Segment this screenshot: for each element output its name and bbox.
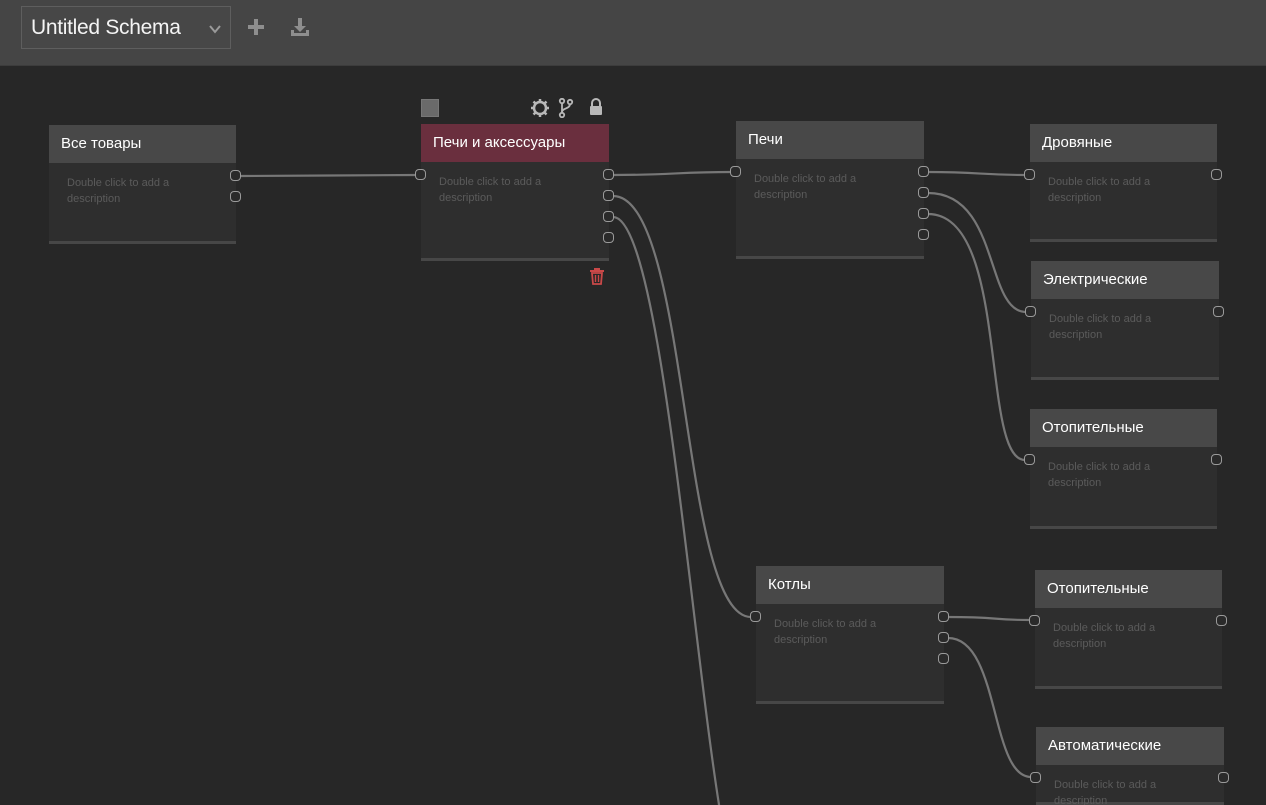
- output-port[interactable]: [918, 187, 929, 198]
- output-port[interactable]: [938, 653, 949, 664]
- link-n2-n3: [612, 170, 732, 177]
- plus-icon[interactable]: [244, 15, 268, 39]
- node-title[interactable]: Печи и аксессуары: [421, 124, 609, 162]
- link-n1-n2: [240, 173, 417, 178]
- schema-canvas[interactable]: Все товары Double click to add a descrip…: [0, 66, 1266, 805]
- node-title[interactable]: Электрические: [1031, 261, 1219, 299]
- node-avtomaticheskie[interactable]: Автоматические Double click to add a des…: [1030, 727, 1229, 805]
- branch-icon[interactable]: [558, 98, 574, 118]
- link-n2-offscreen: [612, 215, 721, 805]
- node-otopitelnye-kotly[interactable]: Отопительные Double click to add a descr…: [1029, 570, 1227, 689]
- output-port[interactable]: [918, 208, 929, 219]
- node-description[interactable]: Double click to add a description: [1053, 620, 1188, 652]
- node-description[interactable]: Double click to add a description: [1048, 174, 1183, 206]
- node-description[interactable]: Double click to add a description: [67, 175, 202, 207]
- output-port[interactable]: [1218, 772, 1229, 783]
- link-n3-n6: [927, 212, 1026, 462]
- input-port[interactable]: [415, 169, 426, 180]
- node-title[interactable]: Все товары: [49, 125, 236, 163]
- output-port[interactable]: [918, 229, 929, 240]
- node-vse-tovary[interactable]: Все товары Double click to add a descrip…: [49, 125, 241, 244]
- node-title[interactable]: Автоматические: [1036, 727, 1224, 765]
- output-port[interactable]: [1216, 615, 1227, 626]
- node-drovyanye[interactable]: Дровяные Double click to add a descripti…: [1024, 124, 1222, 242]
- node-description[interactable]: Double click to add a description: [774, 616, 909, 648]
- input-port[interactable]: [750, 611, 761, 622]
- output-port[interactable]: [603, 190, 614, 201]
- node-description[interactable]: Double click to add a description: [1054, 777, 1189, 805]
- input-port[interactable]: [1024, 169, 1035, 180]
- lock-icon[interactable]: [588, 98, 604, 116]
- link-n3-n5: [927, 191, 1027, 314]
- output-port[interactable]: [1211, 169, 1222, 180]
- download-icon[interactable]: [288, 15, 312, 39]
- output-port[interactable]: [1213, 306, 1224, 317]
- input-port[interactable]: [1029, 615, 1040, 626]
- schema-selector[interactable]: Untitled Schema: [21, 6, 231, 49]
- output-port[interactable]: [938, 611, 949, 622]
- node-description[interactable]: Double click to add a description: [439, 174, 574, 206]
- node-description[interactable]: Double click to add a description: [754, 171, 889, 203]
- input-port[interactable]: [1024, 454, 1035, 465]
- output-port[interactable]: [918, 166, 929, 177]
- node-title[interactable]: Отопительные: [1030, 409, 1217, 447]
- output-port[interactable]: [230, 191, 241, 202]
- input-port[interactable]: [1030, 772, 1041, 783]
- gear-icon[interactable]: [530, 98, 550, 118]
- input-port[interactable]: [1025, 306, 1036, 317]
- link-n7-n9: [947, 636, 1032, 779]
- node-pechi[interactable]: Печи Double click to add a description: [730, 121, 929, 259]
- node-kotly[interactable]: Котлы Double click to add a description: [750, 566, 949, 704]
- schema-title: Untitled Schema: [31, 16, 181, 39]
- node-description[interactable]: Double click to add a description: [1049, 311, 1184, 343]
- color-swatch[interactable]: [421, 99, 439, 117]
- node-title[interactable]: Котлы: [756, 566, 944, 604]
- output-port[interactable]: [938, 632, 949, 643]
- node-title[interactable]: Отопительные: [1035, 570, 1222, 608]
- input-port[interactable]: [730, 166, 741, 177]
- node-title[interactable]: Дровяные: [1030, 124, 1217, 162]
- output-port[interactable]: [603, 169, 614, 180]
- node-title[interactable]: Печи: [736, 121, 924, 159]
- node-elektricheskie[interactable]: Электрические Double click to add a desc…: [1025, 261, 1224, 380]
- output-port[interactable]: [603, 211, 614, 222]
- top-toolbar: Untitled Schema: [0, 0, 1266, 66]
- link-n3-n4: [927, 170, 1026, 177]
- node-otopitelnye-pechi[interactable]: Отопительные Double click to add a descr…: [1024, 409, 1222, 529]
- output-port[interactable]: [1211, 454, 1222, 465]
- output-port[interactable]: [603, 232, 614, 243]
- output-port[interactable]: [230, 170, 241, 181]
- link-n7-n8: [947, 615, 1031, 622]
- link-n2-n7: [612, 194, 752, 619]
- trash-icon[interactable]: [589, 267, 605, 285]
- node-description[interactable]: Double click to add a description: [1048, 459, 1183, 491]
- chevron-down-icon: [209, 25, 221, 34]
- node-pechi-i-aksessuary[interactable]: Печи и аксессуары Double click to add a …: [415, 124, 614, 261]
